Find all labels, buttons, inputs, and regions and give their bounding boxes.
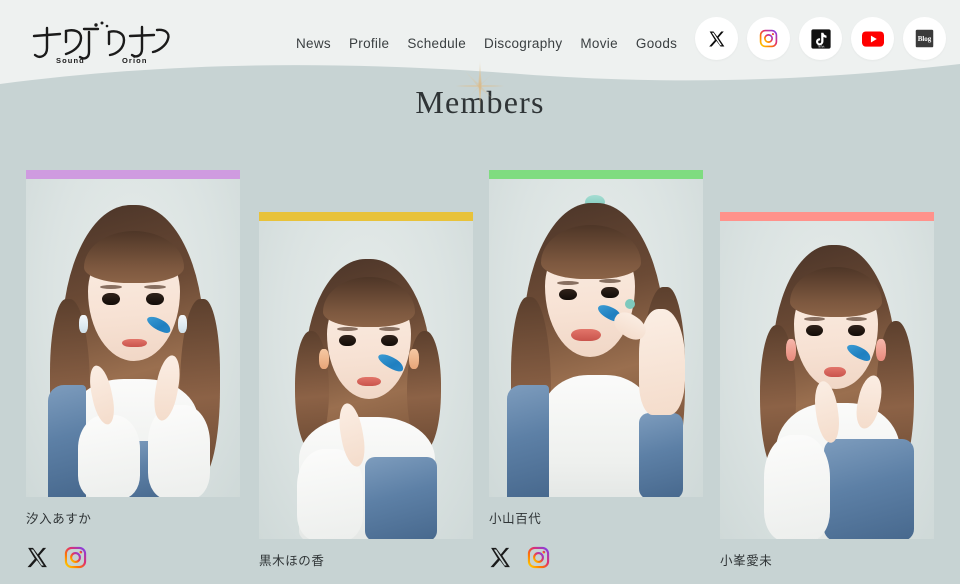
member-photo (26, 179, 240, 497)
x-twitter-icon (708, 31, 724, 46)
logo-sub-right: Orion (122, 56, 148, 65)
member-photo (259, 221, 473, 539)
instagram-icon (759, 29, 778, 48)
nav-item-goods[interactable]: Goods (636, 32, 677, 55)
nav-item-movie[interactable]: Movie (580, 32, 636, 55)
member-accent-bar (489, 170, 703, 179)
blog-icon: Blog (915, 29, 934, 48)
member-card-3[interactable]: 小山百代 (489, 170, 703, 569)
member-name: 小山百代 (489, 511, 542, 526)
instagram-icon (527, 546, 550, 569)
member-photo (720, 221, 934, 539)
youtube-icon (861, 30, 884, 47)
member-card-2[interactable]: 黒木ほの香 (259, 212, 473, 569)
social-link-youtube[interactable] (851, 17, 894, 60)
member-photo (489, 179, 703, 497)
x-twitter-icon (27, 547, 47, 568)
logo-sub-left: Sound (56, 56, 85, 65)
member-name: 汐入あすか (26, 511, 92, 526)
member-card-4[interactable]: 小峯愛未 (720, 212, 934, 569)
member-name: 黒木ほの香 (259, 553, 325, 568)
member-card-1[interactable]: 汐入あすか (26, 170, 240, 569)
member-social-instagram[interactable] (527, 546, 550, 569)
svg-text:TikTok: TikTok (817, 45, 825, 48)
instagram-icon (64, 546, 87, 569)
tiktok-icon: TikTok (810, 28, 831, 49)
member-social-x[interactable] (489, 546, 512, 569)
member-social-instagram[interactable] (64, 546, 87, 569)
site-logo[interactable]: Sound Orion (26, 18, 174, 66)
member-name: 小峯愛未 (720, 553, 773, 568)
member-social-x[interactable] (26, 546, 49, 569)
social-link-blog[interactable]: Blog (903, 17, 946, 60)
nav-item-profile[interactable]: Profile (349, 32, 407, 55)
member-social-links (26, 546, 240, 569)
member-accent-bar (259, 212, 473, 221)
social-link-instagram[interactable] (747, 17, 790, 60)
header-social-links: TikTok Blog (695, 17, 946, 60)
svg-text:Blog: Blog (918, 35, 932, 43)
member-accent-bar (720, 212, 934, 221)
member-social-links (489, 546, 703, 569)
main-navigation: News Profile Schedule Discography Movie … (296, 32, 677, 55)
page-title-section: Members (0, 59, 960, 121)
member-accent-bar (26, 170, 240, 179)
nav-item-news[interactable]: News (296, 32, 349, 55)
x-twitter-icon (490, 547, 510, 568)
nav-item-discography[interactable]: Discography (484, 32, 580, 55)
social-link-tiktok[interactable]: TikTok (799, 17, 842, 60)
social-link-x[interactable] (695, 17, 738, 60)
nav-item-schedule[interactable]: Schedule (407, 32, 484, 55)
